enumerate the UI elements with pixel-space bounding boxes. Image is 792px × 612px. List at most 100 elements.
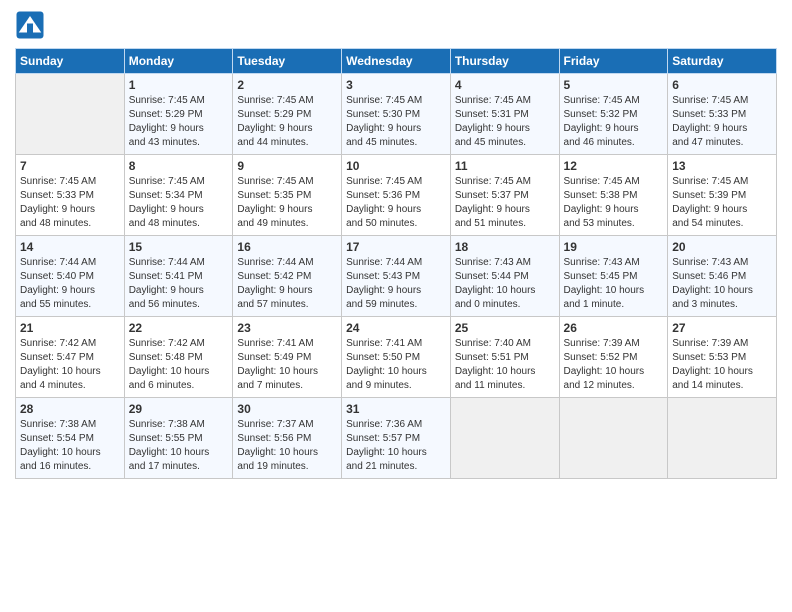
day-info: Sunrise: 7:43 AM Sunset: 5:46 PM Dayligh… bbox=[672, 256, 772, 312]
calendar-cell: 12 Sunrise: 7:45 AM Sunset: 5:38 PM Dayli… bbox=[559, 155, 668, 236]
day-info: Sunrise: 7:42 AM Sunset: 5:48 PM Dayligh… bbox=[129, 337, 229, 393]
weekday-header-row: SundayMondayTuesdayWednesdayThursdayFrid… bbox=[16, 49, 777, 74]
calendar-cell: 21Sunrise: 7:42 AM Sunset: 5:47 PM Dayli… bbox=[16, 317, 125, 398]
calendar-cell: 31Sunrise: 7:36 AM Sunset: 5:57 PM Dayli… bbox=[342, 398, 451, 479]
page-header bbox=[15, 10, 777, 40]
page-container: SundayMondayTuesdayWednesdayThursdayFrid… bbox=[0, 0, 792, 494]
logo bbox=[15, 10, 47, 40]
calendar-cell: 17 Sunrise: 7:44 AM Sunset: 5:43 PM Dayli… bbox=[342, 236, 451, 317]
day-number: 15 bbox=[129, 240, 229, 254]
day-number: 10 bbox=[346, 159, 446, 173]
logo-icon bbox=[15, 10, 45, 40]
day-number: 21 bbox=[20, 321, 120, 335]
day-number: 23 bbox=[237, 321, 337, 335]
weekday-header-tuesday: Tuesday bbox=[233, 49, 342, 74]
day-number: 18 bbox=[455, 240, 555, 254]
week-row-2: 7Sunrise: 7:45 AM Sunset: 5:33 PM Daylig… bbox=[16, 155, 777, 236]
weekday-header-sunday: Sunday bbox=[16, 49, 125, 74]
calendar-cell: 19 Sunrise: 7:43 AM Sunset: 5:45 PM Dayli… bbox=[559, 236, 668, 317]
weekday-header-saturday: Saturday bbox=[668, 49, 777, 74]
calendar-cell: 20 Sunrise: 7:43 AM Sunset: 5:46 PM Dayli… bbox=[668, 236, 777, 317]
day-number: 24 bbox=[346, 321, 446, 335]
day-number: 2 bbox=[237, 78, 337, 92]
calendar-cell: 22 Sunrise: 7:42 AM Sunset: 5:48 PM Dayli… bbox=[124, 317, 233, 398]
day-info: Sunrise: 7:45 AM Sunset: 5:36 PM Dayligh… bbox=[346, 175, 446, 231]
week-row-3: 14Sunrise: 7:44 AM Sunset: 5:40 PM Dayli… bbox=[16, 236, 777, 317]
calendar-cell: 11 Sunrise: 7:45 AM Sunset: 5:37 PM Dayli… bbox=[450, 155, 559, 236]
day-number: 19 bbox=[564, 240, 664, 254]
calendar-cell: 8 Sunrise: 7:45 AM Sunset: 5:34 PM Daylig… bbox=[124, 155, 233, 236]
day-info: Sunrise: 7:45 AM Sunset: 5:38 PM Dayligh… bbox=[564, 175, 664, 231]
calendar-cell: 6 Sunrise: 7:45 AM Sunset: 5:33 PM Daylig… bbox=[668, 74, 777, 155]
calendar-cell: 28Sunrise: 7:38 AM Sunset: 5:54 PM Dayli… bbox=[16, 398, 125, 479]
day-info: Sunrise: 7:45 AM Sunset: 5:30 PM Dayligh… bbox=[346, 94, 446, 150]
calendar-cell: 1Sunrise: 7:45 AM Sunset: 5:29 PM Daylig… bbox=[124, 74, 233, 155]
weekday-header-thursday: Thursday bbox=[450, 49, 559, 74]
day-number: 25 bbox=[455, 321, 555, 335]
day-number: 17 bbox=[346, 240, 446, 254]
calendar-cell: 13 Sunrise: 7:45 AM Sunset: 5:39 PM Dayli… bbox=[668, 155, 777, 236]
calendar-table: SundayMondayTuesdayWednesdayThursdayFrid… bbox=[15, 48, 777, 479]
calendar-cell: 24 Sunrise: 7:41 AM Sunset: 5:50 PM Dayli… bbox=[342, 317, 451, 398]
calendar-cell bbox=[559, 398, 668, 479]
day-number: 13 bbox=[672, 159, 772, 173]
day-number: 5 bbox=[564, 78, 664, 92]
weekday-header-wednesday: Wednesday bbox=[342, 49, 451, 74]
calendar-cell: 26Sunrise: 7:39 AM Sunset: 5:52 PM Dayli… bbox=[559, 317, 668, 398]
day-info: Sunrise: 7:45 AM Sunset: 5:31 PM Dayligh… bbox=[455, 94, 555, 150]
day-number: 8 bbox=[129, 159, 229, 173]
day-info: Sunrise: 7:40 AM Sunset: 5:51 PM Dayligh… bbox=[455, 337, 555, 393]
day-number: 12 bbox=[564, 159, 664, 173]
day-info: Sunrise: 7:41 AM Sunset: 5:49 PM Dayligh… bbox=[237, 337, 337, 393]
calendar-cell bbox=[668, 398, 777, 479]
day-info: Sunrise: 7:43 AM Sunset: 5:44 PM Dayligh… bbox=[455, 256, 555, 312]
calendar-cell: 9 Sunrise: 7:45 AM Sunset: 5:35 PM Daylig… bbox=[233, 155, 342, 236]
calendar-cell: 7Sunrise: 7:45 AM Sunset: 5:33 PM Daylig… bbox=[16, 155, 125, 236]
calendar-cell: 4 Sunrise: 7:45 AM Sunset: 5:31 PM Daylig… bbox=[450, 74, 559, 155]
day-number: 9 bbox=[237, 159, 337, 173]
calendar-cell: 30 Sunrise: 7:37 AM Sunset: 5:56 PM Dayli… bbox=[233, 398, 342, 479]
day-number: 4 bbox=[455, 78, 555, 92]
day-info: Sunrise: 7:44 AM Sunset: 5:41 PM Dayligh… bbox=[129, 256, 229, 312]
day-number: 30 bbox=[237, 402, 337, 416]
day-number: 29 bbox=[129, 402, 229, 416]
day-info: Sunrise: 7:45 AM Sunset: 5:33 PM Dayligh… bbox=[672, 94, 772, 150]
day-info: Sunrise: 7:45 AM Sunset: 5:29 PM Dayligh… bbox=[129, 94, 229, 150]
calendar-cell: 10 Sunrise: 7:45 AM Sunset: 5:36 PM Dayli… bbox=[342, 155, 451, 236]
day-number: 11 bbox=[455, 159, 555, 173]
day-info: Sunrise: 7:45 AM Sunset: 5:37 PM Dayligh… bbox=[455, 175, 555, 231]
day-info: Sunrise: 7:41 AM Sunset: 5:50 PM Dayligh… bbox=[346, 337, 446, 393]
day-info: Sunrise: 7:37 AM Sunset: 5:56 PM Dayligh… bbox=[237, 418, 337, 474]
day-number: 22 bbox=[129, 321, 229, 335]
day-info: Sunrise: 7:44 AM Sunset: 5:43 PM Dayligh… bbox=[346, 256, 446, 312]
day-info: Sunrise: 7:45 AM Sunset: 5:33 PM Dayligh… bbox=[20, 175, 120, 231]
calendar-cell: 14Sunrise: 7:44 AM Sunset: 5:40 PM Dayli… bbox=[16, 236, 125, 317]
day-info: Sunrise: 7:45 AM Sunset: 5:39 PM Dayligh… bbox=[672, 175, 772, 231]
day-info: Sunrise: 7:38 AM Sunset: 5:54 PM Dayligh… bbox=[20, 418, 120, 474]
day-number: 16 bbox=[237, 240, 337, 254]
calendar-cell: 23 Sunrise: 7:41 AM Sunset: 5:49 PM Dayli… bbox=[233, 317, 342, 398]
day-number: 27 bbox=[672, 321, 772, 335]
day-number: 26 bbox=[564, 321, 664, 335]
day-info: Sunrise: 7:38 AM Sunset: 5:55 PM Dayligh… bbox=[129, 418, 229, 474]
week-row-4: 21Sunrise: 7:42 AM Sunset: 5:47 PM Dayli… bbox=[16, 317, 777, 398]
day-info: Sunrise: 7:45 AM Sunset: 5:34 PM Dayligh… bbox=[129, 175, 229, 231]
day-number: 3 bbox=[346, 78, 446, 92]
day-info: Sunrise: 7:44 AM Sunset: 5:42 PM Dayligh… bbox=[237, 256, 337, 312]
week-row-5: 28Sunrise: 7:38 AM Sunset: 5:54 PM Dayli… bbox=[16, 398, 777, 479]
day-info: Sunrise: 7:45 AM Sunset: 5:35 PM Dayligh… bbox=[237, 175, 337, 231]
calendar-cell bbox=[16, 74, 125, 155]
day-number: 14 bbox=[20, 240, 120, 254]
calendar-cell: 27 Sunrise: 7:39 AM Sunset: 5:53 PM Dayli… bbox=[668, 317, 777, 398]
calendar-cell: 29 Sunrise: 7:38 AM Sunset: 5:55 PM Dayli… bbox=[124, 398, 233, 479]
week-row-1: 1Sunrise: 7:45 AM Sunset: 5:29 PM Daylig… bbox=[16, 74, 777, 155]
day-info: Sunrise: 7:39 AM Sunset: 5:53 PM Dayligh… bbox=[672, 337, 772, 393]
day-number: 20 bbox=[672, 240, 772, 254]
calendar-cell: 3 Sunrise: 7:45 AM Sunset: 5:30 PM Daylig… bbox=[342, 74, 451, 155]
calendar-cell: 25 Sunrise: 7:40 AM Sunset: 5:51 PM Dayli… bbox=[450, 317, 559, 398]
calendar-cell: 16 Sunrise: 7:44 AM Sunset: 5:42 PM Dayli… bbox=[233, 236, 342, 317]
day-number: 6 bbox=[672, 78, 772, 92]
day-info: Sunrise: 7:43 AM Sunset: 5:45 PM Dayligh… bbox=[564, 256, 664, 312]
calendar-cell: 18 Sunrise: 7:43 AM Sunset: 5:44 PM Dayli… bbox=[450, 236, 559, 317]
day-number: 31 bbox=[346, 402, 446, 416]
